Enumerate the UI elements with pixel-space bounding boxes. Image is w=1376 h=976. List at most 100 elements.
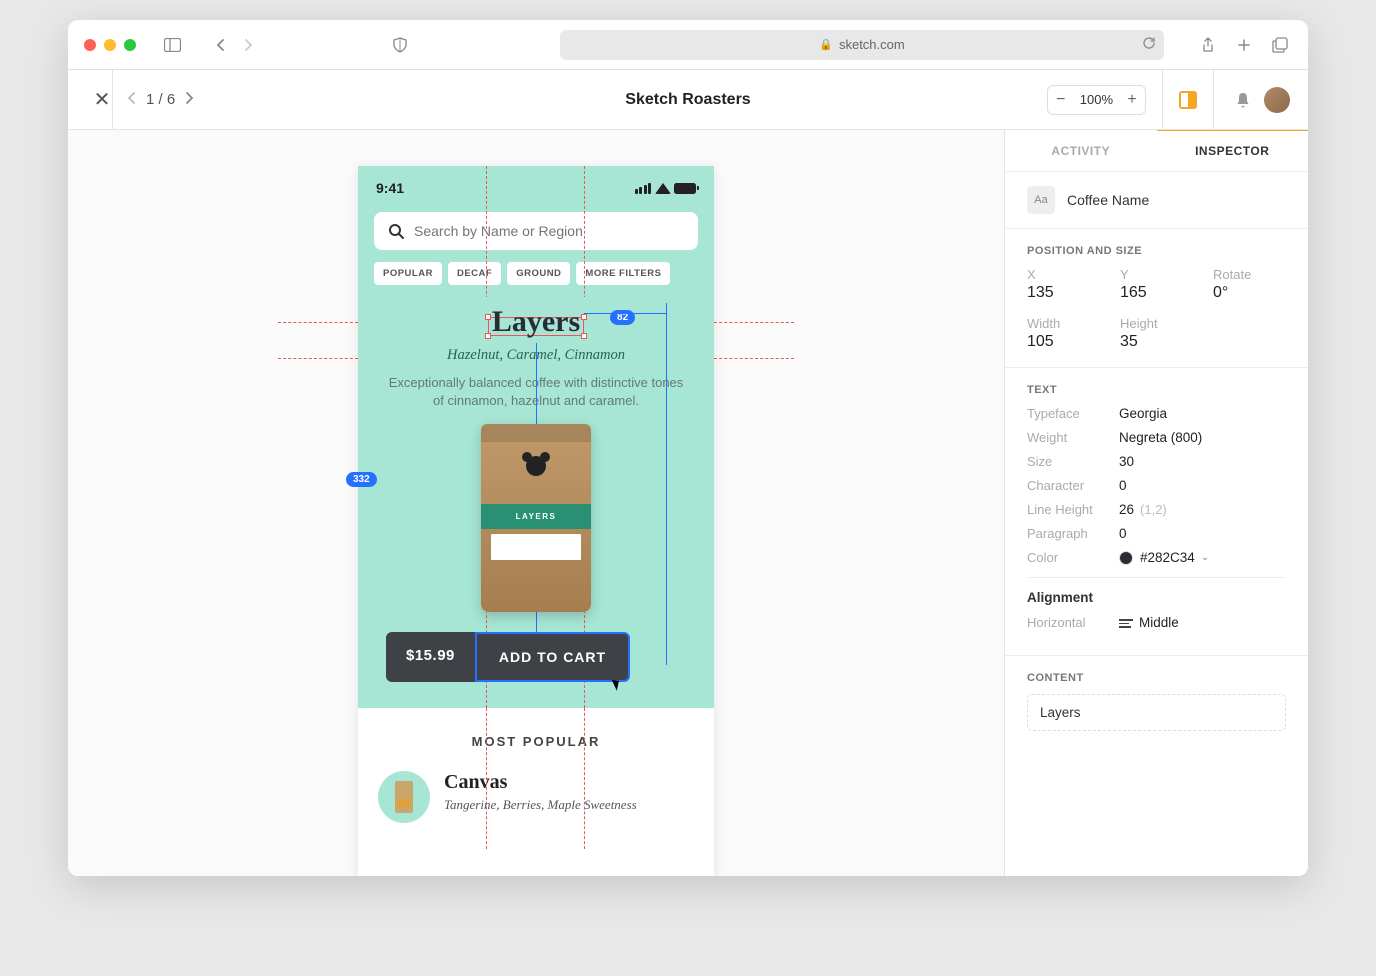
filter-decaf[interactable]: DECAF (448, 262, 501, 285)
height-label: Height (1120, 316, 1193, 331)
color-label: Color (1027, 550, 1119, 565)
shield-icon[interactable] (388, 33, 412, 57)
notifications-icon[interactable] (1230, 87, 1256, 113)
popular-item[interactable]: Canvas Tangerine, Berries, Maple Sweetne… (378, 771, 694, 823)
minimize-window-button[interactable] (104, 39, 116, 51)
filter-row: POPULAR DECAF GROUND MORE FILTERS (358, 256, 714, 297)
selection-handle[interactable] (581, 333, 587, 339)
content-section: CONTENT Layers (1005, 656, 1308, 747)
selection-handle[interactable] (581, 314, 587, 320)
filter-ground[interactable]: GROUND (507, 262, 570, 285)
layer-name: Coffee Name (1067, 192, 1149, 208)
user-avatar[interactable] (1264, 87, 1290, 113)
search-input[interactable] (414, 223, 684, 239)
sidebar-toggle-icon[interactable] (160, 33, 184, 57)
rotate-value[interactable]: 0° (1213, 284, 1286, 302)
url-bar[interactable]: 🔒 sketch.com (560, 30, 1164, 60)
horizontal-label: Horizontal (1027, 615, 1119, 630)
new-tab-icon[interactable] (1232, 33, 1256, 57)
project-title: Sketch Roasters (625, 91, 750, 109)
url-text: sketch.com (839, 37, 905, 52)
close-document-button[interactable]: ✕ (92, 90, 112, 110)
measurement-badge: 332 (346, 472, 377, 487)
character-label: Character (1027, 478, 1119, 493)
bag-info-label (491, 534, 581, 560)
browser-nav (208, 33, 260, 57)
y-label: Y (1120, 267, 1193, 282)
forward-button[interactable] (236, 33, 260, 57)
lineheight-label: Line Height (1027, 502, 1119, 517)
share-icon[interactable] (1196, 33, 1220, 57)
measure-line (584, 313, 666, 314)
inspector-panel: ACTIVITY INSPECTOR Aa Coffee Name POSITI… (1004, 130, 1308, 876)
price-label: $15.99 (386, 632, 475, 682)
status-bar: 9:41 (358, 166, 714, 206)
back-button[interactable] (208, 33, 232, 57)
x-value[interactable]: 135 (1027, 284, 1100, 302)
canvas-area[interactable]: 9:41 POPULAR DECAF GROU (68, 130, 1004, 876)
layer-header: Aa Coffee Name (1005, 172, 1308, 229)
status-time: 9:41 (376, 180, 404, 196)
inspector-toggle-icon[interactable] (1179, 91, 1197, 109)
popular-heading: MOST POPULAR (378, 734, 694, 749)
content-value[interactable]: Layers (1027, 694, 1286, 731)
y-value[interactable]: 165 (1120, 284, 1193, 302)
search-icon (388, 223, 404, 239)
prev-page-button[interactable] (127, 91, 136, 109)
reload-icon[interactable] (1142, 36, 1156, 53)
artboard[interactable]: 9:41 POPULAR DECAF GROU (358, 166, 714, 876)
paragraph-value[interactable]: 0 (1119, 526, 1127, 541)
width-value[interactable]: 105 (1027, 333, 1100, 351)
zoom-in-button[interactable]: + (1119, 85, 1145, 115)
browser-window: 🔒 sketch.com ✕ 1 / 6 Sketch Roasters − 1… (68, 20, 1308, 876)
page-navigator: 1 / 6 (113, 91, 208, 109)
tabs-icon[interactable] (1268, 33, 1292, 57)
bag-logo-icon (526, 456, 546, 476)
tab-activity[interactable]: ACTIVITY (1005, 130, 1157, 171)
zoom-out-button[interactable]: − (1048, 85, 1074, 115)
height-value[interactable]: 35 (1120, 333, 1193, 351)
close-window-button[interactable] (84, 39, 96, 51)
character-value[interactable]: 0 (1119, 478, 1127, 493)
lock-icon: 🔒 (819, 38, 833, 51)
maximize-window-button[interactable] (124, 39, 136, 51)
selected-text-layer[interactable]: Layers 82 (488, 317, 584, 336)
guide-line (278, 322, 358, 323)
weight-value[interactable]: Negreta (800) (1119, 430, 1202, 445)
chevron-down-icon[interactable]: ⌄ (1201, 552, 1209, 563)
wifi-icon (655, 182, 670, 194)
popular-section: MOST POPULAR Canvas Tangerine, Berries, … (358, 708, 714, 849)
tab-inspector[interactable]: INSPECTOR (1157, 130, 1309, 171)
popular-item-name: Canvas (444, 771, 637, 794)
color-value[interactable]: #282C34⌄ (1119, 550, 1209, 565)
text-section: TEXT TypefaceGeorgia WeightNegreta (800)… (1005, 368, 1308, 656)
selection-handle[interactable] (485, 314, 491, 320)
browser-chrome: 🔒 sketch.com (68, 20, 1308, 70)
traffic-lights (84, 39, 136, 51)
divider (1213, 70, 1214, 130)
product-image: LAYERS 332 (382, 424, 690, 612)
product-card: Layers 82 Hazelnut, Caramel, Ci (358, 297, 714, 612)
next-page-button[interactable] (185, 91, 194, 109)
filter-popular[interactable]: POPULAR (374, 262, 442, 285)
position-section: POSITION AND SIZE X135 Y165 Rotate0° Wid… (1005, 229, 1308, 368)
alignment-heading: Alignment (1027, 590, 1286, 605)
battery-icon (674, 183, 696, 194)
lineheight-value[interactable]: 26(1,2) (1119, 502, 1167, 517)
size-label: Size (1027, 454, 1119, 469)
bag-label: LAYERS (481, 504, 591, 529)
cursor-icon (614, 678, 626, 694)
filter-more[interactable]: MORE FILTERS (576, 262, 670, 285)
size-value[interactable]: 30 (1119, 454, 1134, 469)
coffee-bag: LAYERS (481, 424, 591, 612)
search-bar[interactable] (374, 212, 698, 250)
add-to-cart-button[interactable]: ADD TO CART (475, 632, 630, 682)
divider (1162, 70, 1163, 130)
selection-handle[interactable] (485, 333, 491, 339)
typeface-value[interactable]: Georgia (1119, 406, 1167, 421)
typeface-label: Typeface (1027, 406, 1119, 421)
horizontal-value[interactable]: Middle (1119, 615, 1179, 630)
weight-label: Weight (1027, 430, 1119, 445)
section-title: TEXT (1027, 384, 1286, 396)
section-title: CONTENT (1027, 672, 1286, 684)
